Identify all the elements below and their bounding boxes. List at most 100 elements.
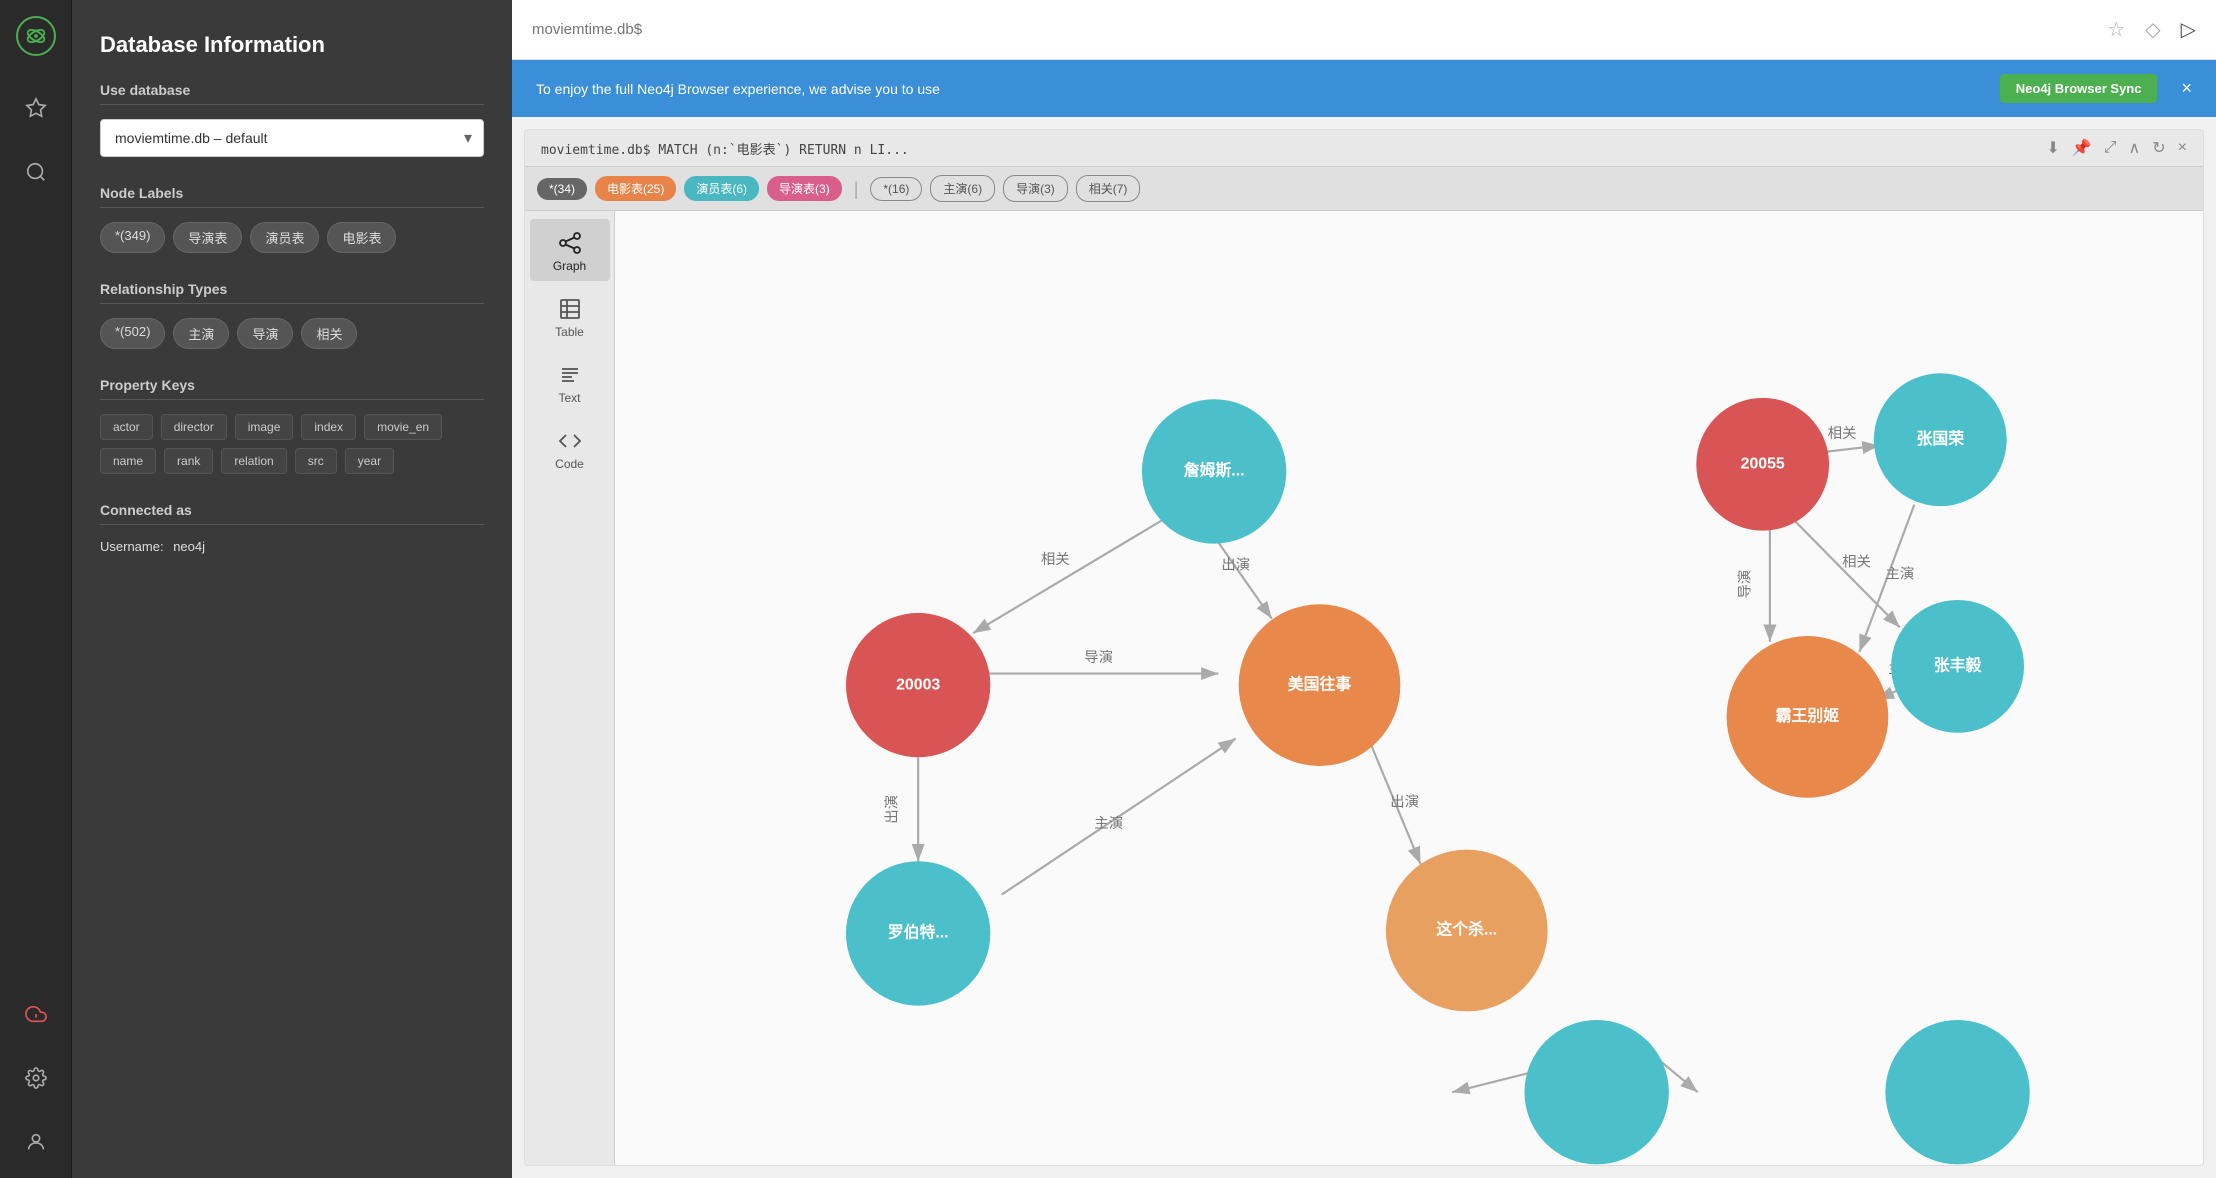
node-label-actor[interactable]: 演员表 [250, 222, 319, 253]
text-view-button[interactable]: Text [530, 351, 610, 413]
node-labels-section: Node Labels *(349) 导演表 演员表 电影表 [100, 185, 484, 253]
relationship-tags: *(502) 主演 导演 相关 [100, 318, 484, 349]
node-20003[interactable] [846, 613, 990, 757]
download-icon[interactable]: ⬇ [2046, 138, 2059, 158]
tab-edge-all[interactable]: *(16) [870, 177, 922, 201]
pin-icon[interactable]: 📌 [2072, 138, 2092, 158]
result-header: moviemtime.db$ MATCH (n:`电影表`) RETURN n … [525, 130, 2203, 167]
use-database-section: Use database moviemtime.db – default [100, 82, 484, 157]
node-robert[interactable] [846, 861, 990, 1005]
graph-svg-area: 出演 导演 相关 主演 出演 出演 [615, 211, 2203, 1165]
edge-label-james-20003: 相关 [1041, 551, 1070, 568]
connected-as-info: Username: neo4j [100, 539, 484, 554]
text-view-label: Text [558, 391, 580, 405]
prop-rank: rank [164, 448, 213, 474]
view-panel: Graph Table Text [525, 211, 615, 1165]
result-query-text: moviemtime.db$ MATCH (n:`电影表`) RETURN n … [541, 139, 2034, 158]
tab-edge-starring[interactable]: 主演(6) [930, 175, 995, 202]
main-content: ☆ ◇ ▷ To enjoy the full Neo4j Browser ex… [512, 0, 2216, 1178]
settings-icon[interactable] [16, 1058, 56, 1098]
node-label-director[interactable]: 导演表 [173, 222, 242, 253]
prop-movie-en: movie_en [364, 414, 442, 440]
node-james[interactable] [1142, 399, 1286, 543]
prop-actor: actor [100, 414, 153, 440]
edge-label-20055-zhanggr: 相关 [1828, 425, 1857, 442]
graph-view-button[interactable]: Graph [530, 219, 610, 281]
tab-all-nodes[interactable]: *(34) [537, 178, 587, 200]
node-zhangguorong[interactable] [1874, 373, 2007, 506]
tab-actor[interactable]: 演员表(6) [684, 176, 759, 201]
tab-edge-directed[interactable]: 导演(3) [1003, 175, 1068, 202]
node-label-movie[interactable]: 电影表 [327, 222, 396, 253]
app-logo [16, 16, 56, 56]
graph-view-label: Graph [553, 259, 586, 273]
node-killer[interactable] [1386, 850, 1548, 1012]
property-keys-heading: Property Keys [100, 377, 484, 400]
table-view-label: Table [555, 325, 584, 339]
edge-label-20055-zhangfy: 相关 [1842, 554, 1871, 571]
rel-tag-starring[interactable]: 主演 [173, 318, 229, 349]
edge-label-robert-us: 主演 [1094, 815, 1123, 832]
code-view-button[interactable]: Code [530, 417, 610, 479]
relationship-types-section: Relationship Types *(502) 主演 导演 相关 [100, 281, 484, 349]
tab-director[interactable]: 导演表(3) [767, 176, 842, 201]
edge-james-20003 [973, 518, 1166, 633]
search-icon[interactable] [16, 152, 56, 192]
node-zhangfengyi[interactable] [1891, 600, 2024, 733]
edge-label-20055-bwbj: 导演 [1737, 570, 1754, 599]
username-label: Username: [100, 539, 164, 554]
table-view-button[interactable]: Table [530, 285, 610, 347]
refresh-icon[interactable]: ↻ [2152, 138, 2165, 158]
property-key-tags: actor director image index movie_en name… [100, 414, 484, 474]
rel-tag-related[interactable]: 相关 [301, 318, 357, 349]
tab-edge-related[interactable]: 相关(7) [1076, 175, 1141, 202]
node-bottom-blue2[interactable] [1885, 1020, 2029, 1164]
result-header-actions: ⬇ 📌 ⤢ ∧ ↻ × [2046, 138, 2187, 158]
query-bar: ☆ ◇ ▷ [512, 0, 2216, 60]
connected-as-heading: Connected as [100, 502, 484, 525]
prop-year: year [345, 448, 394, 474]
edge-james-us [1214, 536, 1272, 618]
node-usa-story[interactable] [1239, 604, 1401, 766]
banner-close-button[interactable]: × [2181, 78, 2192, 99]
node-labels-heading: Node Labels [100, 185, 484, 208]
graph-svg: 出演 导演 相关 主演 出演 出演 [615, 211, 2203, 1165]
node-bottom-blue[interactable] [1524, 1020, 1668, 1164]
run-icon[interactable]: ▷ [2181, 17, 2196, 42]
edge-label-zhanggr-bwbj: 主演 [1885, 565, 1914, 582]
favorites-icon[interactable] [16, 88, 56, 128]
cloud-error-icon[interactable] [16, 994, 56, 1034]
user-icon[interactable] [16, 1122, 56, 1162]
browser-sync-button[interactable]: Neo4j Browser Sync [2000, 74, 2158, 103]
icon-bar [0, 0, 72, 1178]
prop-src: src [295, 448, 337, 474]
sidebar: Database Information Use database moviem… [72, 0, 512, 1178]
prop-image: image [235, 414, 294, 440]
query-bar-actions: ☆ ◇ ▷ [2107, 17, 2196, 42]
tab-movie[interactable]: 电影表(25) [595, 176, 676, 201]
database-select[interactable]: moviemtime.db – default [100, 119, 484, 157]
prop-name: name [100, 448, 156, 474]
star-icon[interactable]: ☆ [2107, 17, 2125, 42]
query-input[interactable] [532, 21, 2091, 38]
node-label-all[interactable]: *(349) [100, 222, 165, 253]
up-icon[interactable]: ∧ [2129, 138, 2141, 158]
clear-icon[interactable]: ◇ [2145, 17, 2160, 42]
edge-20055-zhangfy [1793, 519, 1900, 627]
prop-relation: relation [221, 448, 286, 474]
property-keys-section: Property Keys actor director image index… [100, 377, 484, 474]
database-select-wrapper: moviemtime.db – default [100, 119, 484, 157]
close-result-icon[interactable]: × [2178, 139, 2187, 157]
edge-label-20003-us: 导演 [1084, 649, 1113, 666]
username-value: neo4j [173, 539, 205, 554]
rel-tag-directed[interactable]: 导演 [237, 318, 293, 349]
expand-icon[interactable]: ⤢ [2104, 139, 2117, 157]
prop-index: index [301, 414, 356, 440]
code-view-label: Code [555, 457, 584, 471]
node-20055[interactable] [1696, 398, 1829, 531]
rel-tag-all[interactable]: *(502) [100, 318, 165, 349]
result-panel: moviemtime.db$ MATCH (n:`电影表`) RETURN n … [524, 129, 2204, 1166]
node-labels-tags: *(349) 导演表 演员表 电影表 [100, 222, 484, 253]
node-bwbj[interactable] [1727, 636, 1889, 798]
banner-text: To enjoy the full Neo4j Browser experien… [536, 81, 1984, 97]
